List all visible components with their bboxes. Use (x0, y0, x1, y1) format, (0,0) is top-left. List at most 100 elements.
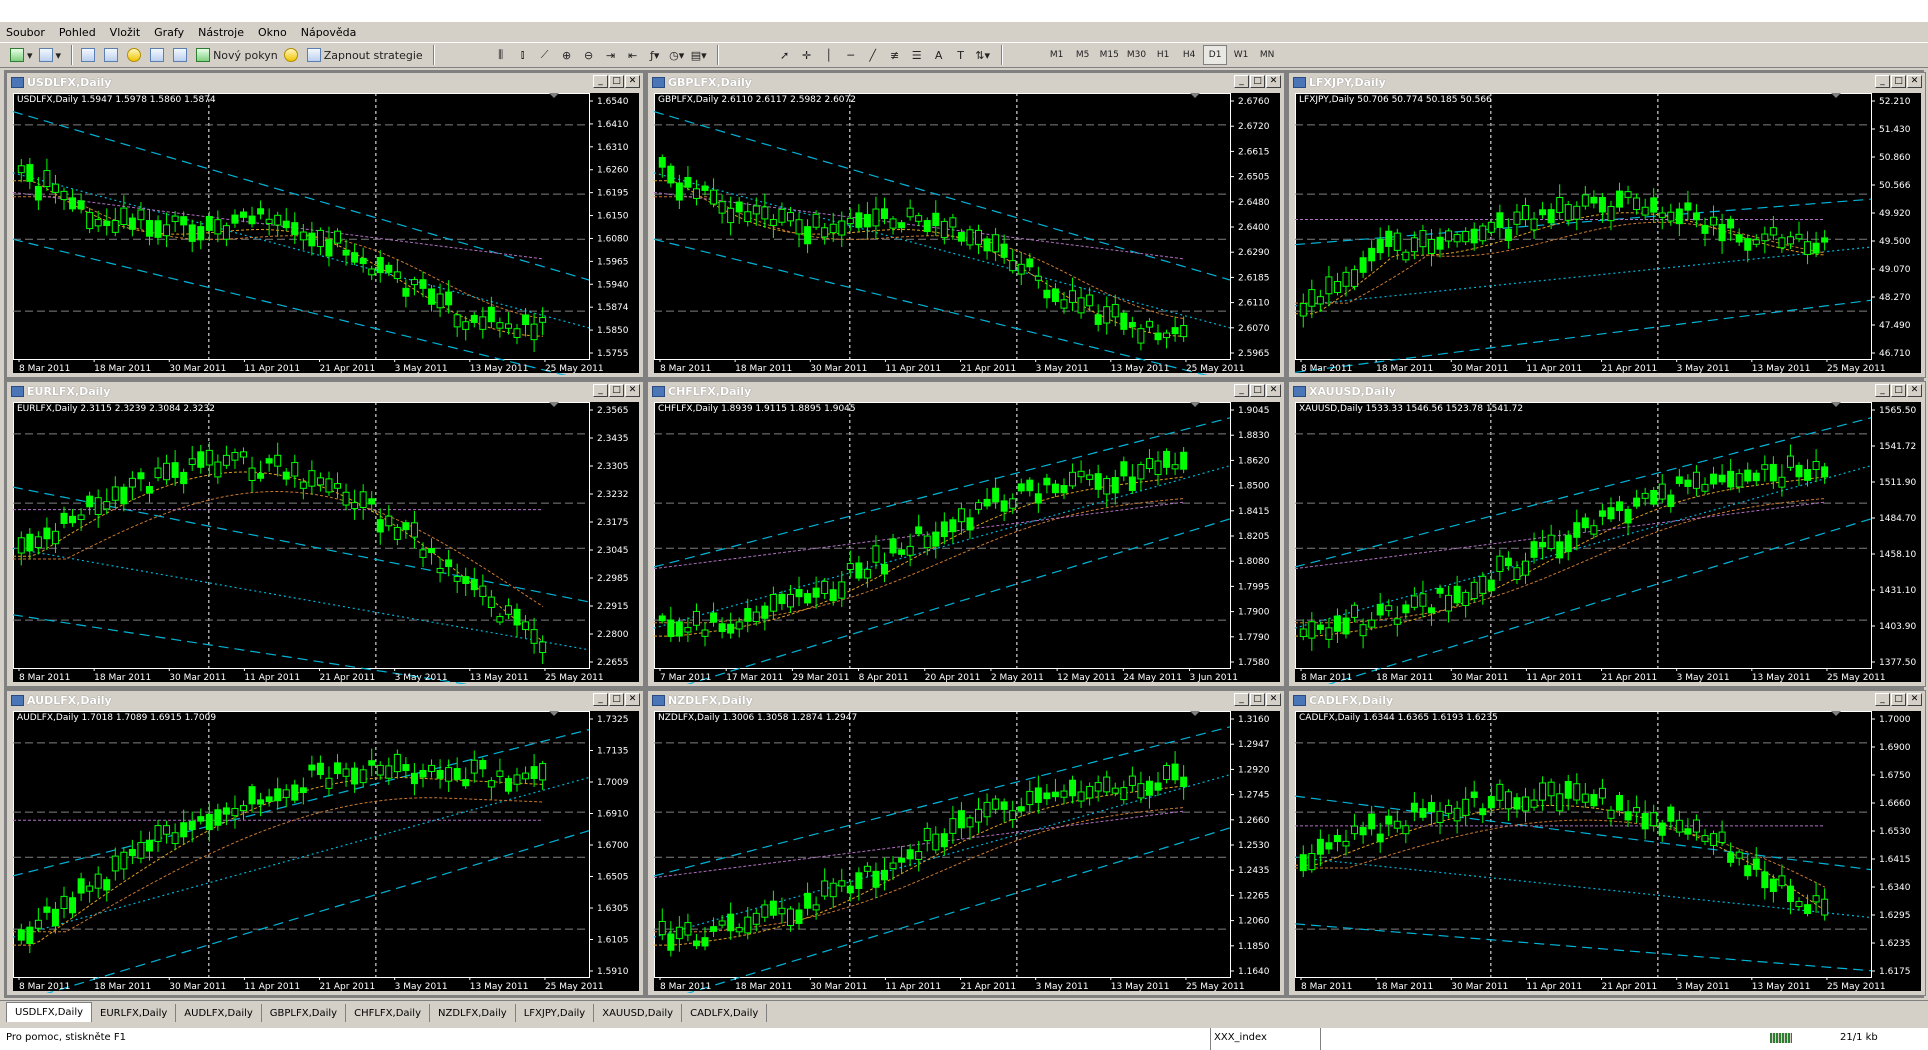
candles-button[interactable]: ⫾ (513, 45, 533, 65)
menu-item-5[interactable]: Okno (258, 26, 287, 39)
maximize-button[interactable]: □ (1250, 693, 1265, 706)
chart-plot[interactable]: 1.7000 1.6900 1.6750 1.6660 1.6530 1.6415 1.63… (1295, 711, 1921, 992)
minimize-button[interactable]: _ (593, 384, 608, 397)
close-button[interactable]: ✕ (1907, 384, 1922, 397)
minimize-button[interactable]: _ (1234, 693, 1249, 706)
close-button[interactable]: ✕ (1266, 693, 1281, 706)
chart-window[interactable]: GBPLFX,Daily _ □ ✕ 2.6760 2.6720 2.6615 2.6505 2… (647, 72, 1285, 378)
timeframe-m30[interactable]: M30 (1124, 45, 1149, 65)
minimize-button[interactable]: _ (593, 693, 608, 706)
chart-titlebar[interactable]: XAUUSD,Daily (1290, 383, 1924, 399)
close-button[interactable]: ✕ (1907, 75, 1922, 88)
maximize-button[interactable]: □ (609, 693, 624, 706)
close-button[interactable]: ✕ (1266, 75, 1281, 88)
close-button[interactable]: ✕ (1266, 384, 1281, 397)
chart-titlebar[interactable]: LFXJPY,Daily (1290, 74, 1924, 90)
chart-titlebar[interactable]: CHFLFX,Daily (649, 383, 1283, 399)
close-button[interactable]: ✕ (1907, 693, 1922, 706)
chart-tab[interactable]: USDLFX,Daily (6, 1002, 93, 1022)
label-button[interactable]: T (951, 45, 971, 65)
menu-item-4[interactable]: Nástroje (198, 26, 244, 39)
chart-titlebar[interactable]: GBPLFX,Daily (649, 74, 1283, 90)
chart-shift-button[interactable]: ⇤ (623, 45, 643, 65)
channel-button[interactable]: ≢ (885, 45, 905, 65)
chart-tab[interactable]: NZDLFX,Daily (430, 1004, 516, 1022)
timeframe-mn[interactable]: MN (1255, 45, 1279, 65)
chart-titlebar[interactable]: NZDLFX,Daily (649, 692, 1283, 708)
maximize-button[interactable]: □ (1250, 75, 1265, 88)
new-order-button[interactable]: Nový pokyn (194, 45, 280, 65)
chart-window[interactable]: LFXJPY,Daily _ □ ✕ 52.210 51.430 50.860 50.566 4… (1288, 72, 1926, 378)
zoom-out-button[interactable]: ⊖ (579, 45, 599, 65)
chart-plot[interactable]: 1.9045 1.8830 1.8620 1.8500 1.8415 1.8205 1.80… (654, 402, 1280, 684)
horizontal-line-button[interactable]: ─ (841, 45, 861, 65)
menu-item-2[interactable]: Vložit (110, 26, 140, 39)
minimize-button[interactable]: _ (1875, 384, 1890, 397)
maximize-button[interactable]: □ (609, 384, 624, 397)
chart-tab[interactable]: LFXJPY,Daily (516, 1004, 595, 1022)
maximize-button[interactable]: □ (1250, 384, 1265, 397)
vertical-line-button[interactable]: │ (819, 45, 839, 65)
chart-window[interactable]: EURLFX,Daily _ □ ✕ 2.3565 2.3435 2.3305 2.3232 2… (6, 381, 644, 687)
chart-tab[interactable]: XAUUSD,Daily (594, 1004, 683, 1022)
timeframe-d1[interactable]: D1 (1203, 45, 1228, 65)
chart-tab[interactable]: GBPLFX,Daily (262, 1004, 347, 1022)
chart-plot[interactable]: 1.6540 1.6410 1.6310 1.6260 1.6195 1.6150 1.60… (13, 93, 639, 375)
maximize-button[interactable]: □ (1891, 693, 1906, 706)
menu-item-0[interactable]: Soubor (6, 26, 45, 39)
chart-plot[interactable]: 2.3565 2.3435 2.3305 2.3232 2.3175 2.3045 2.29… (13, 402, 639, 684)
fibo-button[interactable]: ☰ (907, 45, 927, 65)
timeframe-w1[interactable]: W1 (1229, 45, 1253, 65)
chart-plot[interactable]: 52.210 51.430 50.860 50.566 49.920 49.500 49.0… (1295, 93, 1921, 374)
zoom-in-button[interactable]: ⊕ (557, 45, 577, 65)
chart-titlebar[interactable]: USDLFX,Daily (8, 74, 642, 90)
strategies-button[interactable]: Zapnout strategie (305, 45, 425, 65)
new-chart-button[interactable]: ▾ (8, 45, 35, 65)
templates-button[interactable]: ▤▾ (689, 45, 709, 65)
chart-plot[interactable]: 1.3160 1.2947 1.2920 1.2745 1.2660 1.2530 1.24… (654, 711, 1280, 993)
cursor-button[interactable]: ➚ (775, 45, 795, 65)
arrows-button[interactable]: ⇅▾ (973, 45, 993, 65)
chart-tab[interactable]: CHFLFX,Daily (346, 1004, 431, 1022)
timeframe-m15[interactable]: M15 (1097, 45, 1122, 65)
chart-window[interactable]: CADLFX,Daily _ □ ✕ 1.7000 1.6900 1.6750 1.6660 1… (1288, 690, 1926, 996)
chart-tab[interactable]: CADLFX,Daily (682, 1004, 768, 1022)
chart-titlebar[interactable]: AUDLFX,Daily (8, 692, 642, 708)
autotrading-info-button[interactable] (282, 45, 303, 65)
minimize-button[interactable]: _ (1234, 75, 1249, 88)
chart-tab[interactable]: EURLFX,Daily (92, 1004, 177, 1022)
minimize-button[interactable]: _ (1875, 75, 1890, 88)
profiles-button[interactable]: ▾ (37, 45, 64, 65)
terminal-button[interactable] (148, 45, 169, 65)
chart-plot[interactable]: 1565.50 1541.72 1511.90 1484.70 1458.10 1431.… (1295, 402, 1921, 684)
close-button[interactable]: ✕ (625, 75, 640, 88)
chart-window[interactable]: CHFLFX,Daily _ □ ✕ 1.9045 1.8830 1.8620 1.8500 1… (647, 381, 1285, 687)
timeframe-h4[interactable]: H4 (1177, 45, 1201, 65)
close-button[interactable]: ✕ (625, 384, 640, 397)
line-chart-button[interactable]: ⟋ (535, 45, 555, 65)
maximize-button[interactable]: □ (1891, 384, 1906, 397)
close-button[interactable]: ✕ (625, 693, 640, 706)
trendline-button[interactable]: ╱ (863, 45, 883, 65)
chart-window[interactable]: XAUUSD,Daily _ □ ✕ 1565.50 1541.72 1511.90 1484… (1288, 381, 1926, 687)
autoscroll-button[interactable]: ⇥ (601, 45, 621, 65)
menu-item-1[interactable]: Pohled (59, 26, 96, 39)
chart-window[interactable]: USDLFX,Daily _ □ ✕ 1.6540 1.6410 1.6310 1.6260 1… (6, 72, 644, 378)
crosshair-button[interactable]: ✛ (797, 45, 817, 65)
minimize-button[interactable]: _ (1234, 384, 1249, 397)
timeframe-h1[interactable]: H1 (1151, 45, 1175, 65)
chart-plot[interactable]: 1.7325 1.7135 1.7009 1.6910 1.6700 1.6505 1.63… (13, 711, 639, 993)
minimize-button[interactable]: _ (1875, 693, 1890, 706)
menu-item-6[interactable]: Nápověda (301, 26, 357, 39)
timeframe-m1[interactable]: M1 (1045, 45, 1069, 65)
menu-item-3[interactable]: Grafy (154, 26, 184, 39)
data-window-button[interactable] (102, 45, 123, 65)
minimize-button[interactable]: _ (593, 75, 608, 88)
maximize-button[interactable]: □ (609, 75, 624, 88)
navigator-button[interactable] (125, 45, 146, 65)
maximize-button[interactable]: □ (1891, 75, 1906, 88)
chart-plot[interactable]: 2.6760 2.6720 2.6615 2.6505 2.6480 2.6400 2.62… (654, 93, 1280, 375)
periods-button[interactable]: ◷▾ (667, 45, 687, 65)
chart-titlebar[interactable]: CADLFX,Daily (1290, 692, 1924, 708)
timeframe-m5[interactable]: M5 (1071, 45, 1095, 65)
